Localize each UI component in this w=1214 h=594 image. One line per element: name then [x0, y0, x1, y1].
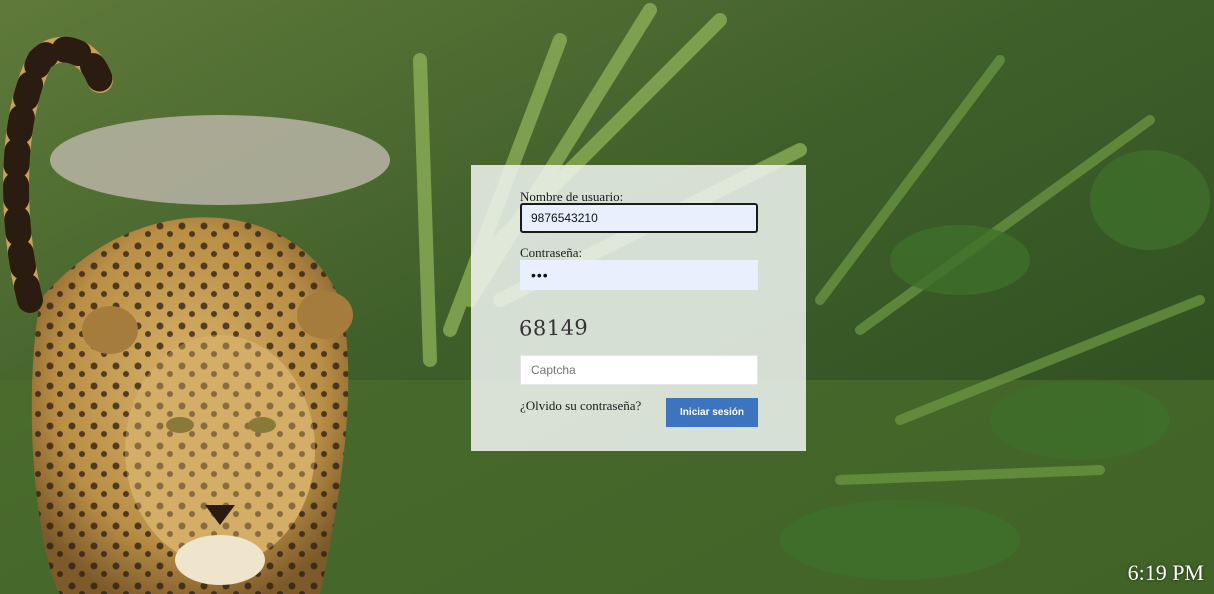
captcha-input[interactable]	[520, 355, 758, 385]
forgot-password-link[interactable]: ¿Olvido su contraseña?	[520, 398, 641, 414]
login-panel: Nombre de usuario: Contraseña: 68149 ¿Ol…	[471, 165, 806, 451]
password-label: Contraseña:	[520, 245, 583, 260]
clock-display: 6:19 PM	[1127, 560, 1204, 585]
login-button[interactable]: Iniciar sesión	[666, 398, 758, 427]
login-screen: Nombre de usuario: Contraseña: 68149 ¿Ol…	[0, 0, 1214, 594]
password-input[interactable]	[520, 260, 758, 290]
username-input[interactable]	[520, 203, 758, 233]
captcha-image: 68149	[518, 315, 589, 341]
